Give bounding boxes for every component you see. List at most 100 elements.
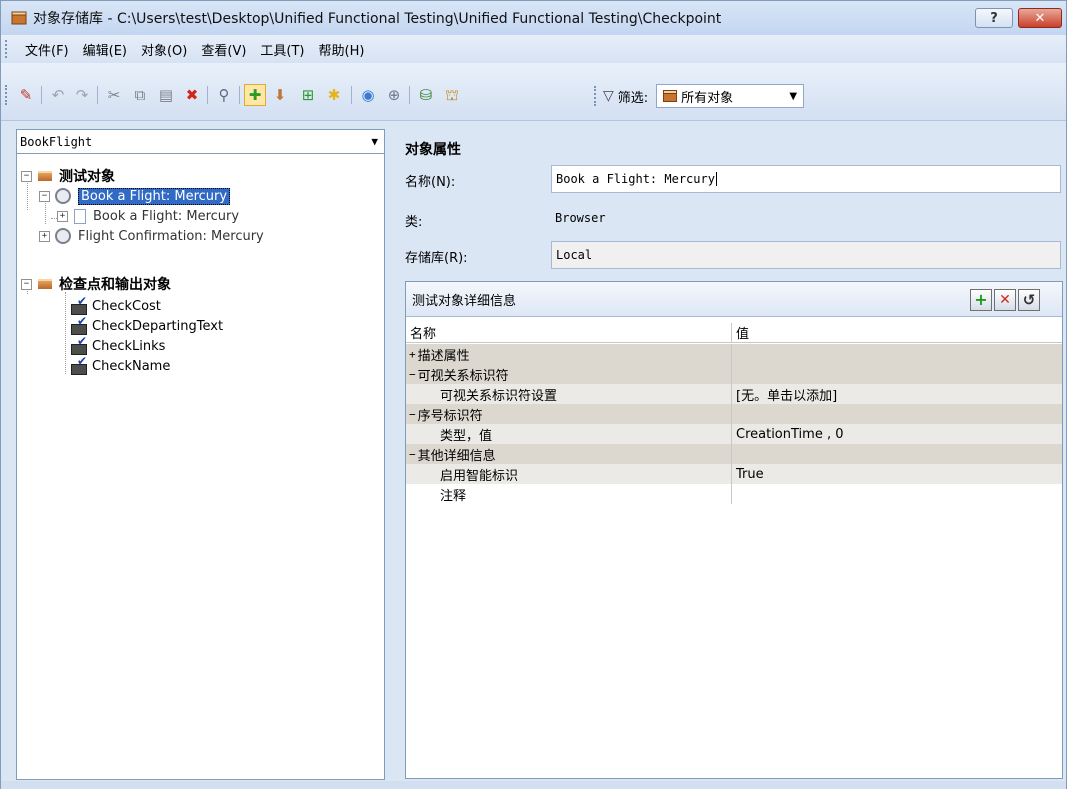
grid-row-value[interactable]: [无。单击以添加] xyxy=(736,384,837,404)
grid-row[interactable]: − 序号标识符 xyxy=(406,404,1062,424)
paste-icon[interactable]: ▤ xyxy=(155,84,177,106)
locate-in-repository-icon[interactable]: ◉ xyxy=(357,84,379,106)
tree-node-checkpoint[interactable]: CheckName xyxy=(69,354,170,376)
properties-pane: 对象属性 名称(N): Book a Flight: Mercury 类: Br… xyxy=(393,129,1063,780)
grid-row-label: 注释 xyxy=(440,488,467,504)
grid-row[interactable]: + 描述属性 xyxy=(406,344,1062,364)
grid-row-value[interactable]: True xyxy=(736,464,764,484)
checkpoint-icon xyxy=(71,334,89,355)
tree-label: CheckDepartingText xyxy=(92,318,224,334)
menu-object[interactable]: 对象(O) xyxy=(134,40,194,59)
object-spy-icon[interactable]: ⊕ xyxy=(383,84,405,106)
chevron-down-icon[interactable]: ▼ xyxy=(783,85,803,107)
tree-node-book-flight-browser[interactable]: − Book a Flight: Mercury xyxy=(39,186,231,206)
redo-icon[interactable]: ↷ xyxy=(71,84,93,106)
repository-icon xyxy=(663,90,678,102)
title-bar: 对象存储库 - C:\Users\test\Desktop\Unified Fu… xyxy=(1,1,1066,35)
filter-group: ▽ 筛选: 所有对象 ▼ xyxy=(594,79,805,113)
add-icon[interactable]: + xyxy=(970,289,992,311)
menu-tools[interactable]: 工具(T) xyxy=(253,40,311,59)
filter-icon: ▽ xyxy=(603,88,614,104)
details-title: 测试对象详细信息 xyxy=(412,293,517,309)
tree-node-test-objects[interactable]: − 测试对象 xyxy=(21,166,115,186)
tree-node-checkpoint[interactable]: CheckCost xyxy=(69,294,161,316)
menu-grip[interactable] xyxy=(5,40,8,58)
expand-icon[interactable]: + xyxy=(409,348,416,361)
page-icon xyxy=(74,208,86,224)
toolbar: ✎ ↶ ↷ ✂ ⧉ ▤ ✖ ⚲ ✚ ⬇ ⊞ ✱ ◉ ⊕ ⛁ ⛫ ▽ 筛选: 所有… xyxy=(1,63,1066,121)
tree-node-checkpoint[interactable]: CheckDepartingText xyxy=(69,314,224,336)
tree-label: Flight Confirmation: Mercury xyxy=(78,228,264,244)
checkpoint-icon xyxy=(71,354,89,375)
repository-field: Local xyxy=(551,241,1061,269)
remove-icon[interactable]: ✕ xyxy=(994,289,1016,311)
grid-row-value[interactable]: CreationTime , 0 xyxy=(736,424,844,444)
grid-row-name: − 可视关系标识符 xyxy=(409,364,509,384)
grid-row[interactable]: − 可视关系标识符 xyxy=(406,364,1062,384)
collapse-icon[interactable]: − xyxy=(39,190,50,202)
expand-icon[interactable]: + xyxy=(39,230,50,242)
grid-row[interactable]: 可视关系标识符设置 [无。单击以添加] xyxy=(406,384,1062,404)
grid-row[interactable]: 注释 xyxy=(406,484,1062,504)
details-header: 测试对象详细信息 + ✕ ↺ xyxy=(406,282,1062,317)
tree-label: CheckLinks xyxy=(92,338,166,354)
action-select-value: BookFlight xyxy=(20,134,93,149)
tree-node-book-flight-page[interactable]: + Book a Flight: Mercury xyxy=(57,206,239,226)
folder-icon xyxy=(38,171,52,181)
tree-node-checkpoints[interactable]: − 检查点和输出对象 xyxy=(21,274,171,294)
grid-row[interactable]: 类型，值 CreationTime , 0 xyxy=(406,424,1062,444)
menu-file[interactable]: 文件(F) xyxy=(18,40,76,59)
checkpoint-toggle-icon[interactable]: ✎ xyxy=(15,84,37,106)
window-title: 对象存储库 - C:\Users\test\Desktop\Unified Fu… xyxy=(33,11,722,27)
menu-view[interactable]: 查看(V) xyxy=(194,40,253,59)
undo-icon[interactable]: ↶ xyxy=(47,84,69,106)
tree-label: CheckCost xyxy=(92,298,161,314)
help-icon: ? xyxy=(990,10,998,26)
action-select[interactable]: BookFlight ▼ xyxy=(17,130,384,154)
delete-icon[interactable]: ✖ xyxy=(181,84,203,106)
collapse-icon[interactable]: − xyxy=(409,368,416,381)
column-header-name[interactable]: 名称 xyxy=(410,323,436,342)
browser-icon xyxy=(55,228,71,244)
expand-icon[interactable]: + xyxy=(57,210,68,222)
repository-icon xyxy=(11,11,27,25)
highlight-icon[interactable]: ✱ xyxy=(323,84,345,106)
associate-repositories-icon[interactable]: ⛁ xyxy=(415,84,437,106)
tree-label: 测试对象 xyxy=(59,169,115,185)
filter-select[interactable]: 所有对象 ▼ xyxy=(656,84,805,108)
cut-icon[interactable]: ✂ xyxy=(103,84,125,106)
find-icon[interactable]: ⚲ xyxy=(213,84,235,106)
update-from-app-icon[interactable]: ⬇ xyxy=(269,84,291,106)
export-icon[interactable]: ⛫ xyxy=(441,84,463,106)
grid-row-name: 注释 xyxy=(440,484,466,504)
collapse-icon[interactable]: − xyxy=(409,448,416,461)
browser-icon xyxy=(55,188,71,204)
column-header-value[interactable]: 值 xyxy=(736,323,749,342)
grid-row[interactable]: 启用智能标识 True xyxy=(406,464,1062,484)
checkpoint-icon xyxy=(71,314,89,335)
add-objects-icon[interactable]: ✚ xyxy=(244,84,266,106)
grid-row[interactable]: − 其他详细信息 xyxy=(406,444,1062,464)
menu-help[interactable]: 帮助(H) xyxy=(312,40,372,59)
chevron-down-icon[interactable]: ▼ xyxy=(371,135,378,148)
close-icon: ✕ xyxy=(1034,10,1046,26)
class-label: 类: xyxy=(405,215,423,230)
grid-row-name: 可视关系标识符设置 xyxy=(440,384,557,404)
collapse-icon[interactable]: − xyxy=(409,408,416,421)
grid-row-label: 可视关系标识符设置 xyxy=(440,388,558,404)
filter-value: 所有对象 xyxy=(681,90,734,106)
define-new-object-icon[interactable]: ⊞ xyxy=(297,84,319,106)
tree-label: Book a Flight: Mercury xyxy=(78,187,231,205)
close-button[interactable]: ✕ xyxy=(1018,8,1062,28)
collapse-icon[interactable]: − xyxy=(21,278,32,290)
reset-icon[interactable]: ↺ xyxy=(1018,289,1040,311)
grid-row-name: + 描述属性 xyxy=(409,344,470,364)
help-button[interactable]: ? xyxy=(975,8,1013,28)
collapse-icon[interactable]: − xyxy=(21,170,32,182)
copy-icon[interactable]: ⧉ xyxy=(129,84,151,106)
toolbar-grip[interactable] xyxy=(5,85,8,105)
menu-edit[interactable]: 编辑(E) xyxy=(76,40,134,59)
name-field[interactable]: Book a Flight: Mercury xyxy=(551,165,1061,193)
tree-node-flight-confirmation[interactable]: + Flight Confirmation: Mercury xyxy=(39,226,264,246)
tree-node-checkpoint[interactable]: CheckLinks xyxy=(69,334,166,356)
